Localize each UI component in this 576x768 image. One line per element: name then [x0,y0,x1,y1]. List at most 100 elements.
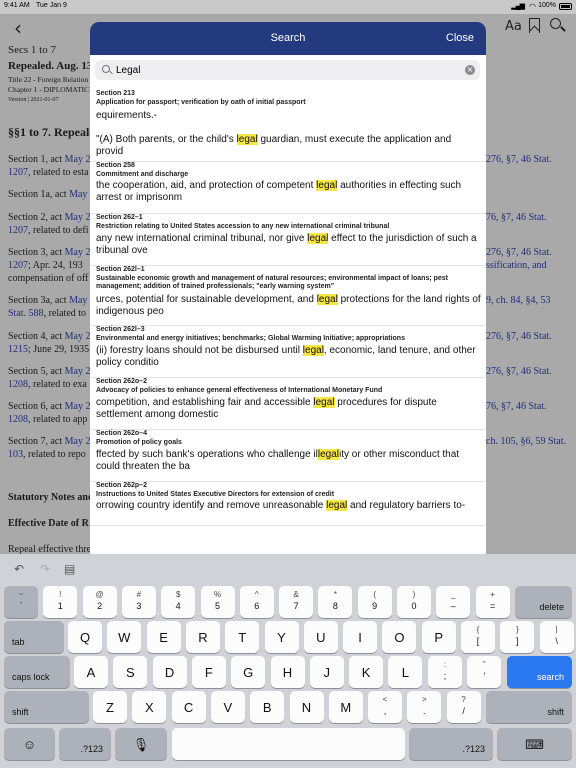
key-t[interactable]: T [225,621,260,653]
numbers-key-left[interactable]: .?123 [59,728,111,760]
key-d[interactable]: D [152,656,187,688]
breadcrumb-title[interactable]: Title 22 - Foreign Relation [8,75,88,84]
citation-link[interactable]: 1208 [8,379,28,390]
key-symbol[interactable]: ? / [446,691,481,723]
shift-key-right[interactable]: shift [486,691,572,723]
key-i[interactable]: I [343,621,378,653]
key-5[interactable]: % 5 [200,586,235,618]
search-input[interactable] [116,63,456,77]
key-y[interactable]: Y [264,621,299,653]
key-p[interactable]: P [421,621,456,653]
search-icon[interactable] [550,18,561,29]
citation-link[interactable]: Stat. 588 [8,308,44,319]
key-9[interactable]: (9 [357,586,392,618]
search-key[interactable]: search [507,656,572,688]
key-7[interactable]: & 7 [279,586,314,618]
date-link[interactable]: May 2 [65,154,91,165]
date-link[interactable]: May 2 [65,436,91,447]
caps-lock-key[interactable]: caps lock [4,656,70,688]
key-w[interactable]: W [107,621,142,653]
key-n[interactable]: N [289,691,324,723]
breadcrumb-chapter[interactable]: Chapter 1 - DIPLOMATIC [8,85,89,94]
search-result-item[interactable]: Section 262o–4 Promotion of policy goals f… [90,430,486,482]
citation-link[interactable]: 276, §7, 46 Stat. [486,247,552,258]
citation-link[interactable]: 276, §7, 46 Stat. [486,154,552,165]
key-symbol[interactable]: | \ [539,621,574,653]
key-q[interactable]: Q [68,621,102,653]
citation-link[interactable]: 1207 [8,260,28,271]
key-r[interactable]: R [185,621,220,653]
key-v[interactable]: V [210,691,245,723]
date-link[interactable]: May [69,295,87,306]
back-chevron-icon[interactable]: ‹ [14,16,22,40]
hide-keyboard-key[interactable]: ⌨ [497,728,572,760]
shift-key-left[interactable]: shift [4,691,89,723]
key-symbol[interactable]: }] [500,621,535,653]
search-result-item[interactable]: Section 262p–2 Instructions to United Sta… [90,482,486,526]
key-symbol[interactable]: <, [368,691,402,723]
citation-link[interactable]: 76, §7, 46 Stat. [486,212,547,223]
close-button[interactable]: Close [446,32,474,44]
key-s[interactable]: S [113,656,148,688]
key-j[interactable]: J [309,656,344,688]
citation-link[interactable]: 1207 [8,225,28,236]
key-k[interactable]: K [349,656,384,688]
citation-link[interactable]: ssification, and [486,260,547,271]
key-4[interactable]: $4 [161,586,196,618]
date-link[interactable]: May 2 [65,401,91,412]
dictation-key[interactable]: 🎙 [115,728,167,760]
key-1[interactable]: ! 1 [43,586,78,618]
date-link[interactable]: May [69,189,87,200]
redo-icon[interactable]: ↷ [40,562,50,576]
citation-link[interactable]: 1215 [8,344,28,355]
key-g[interactable]: G [231,656,266,688]
citation-link[interactable]: 9, ch. 84, §4, 53 [486,295,550,306]
key-e[interactable]: E [146,621,181,653]
key-x[interactable]: X [132,691,167,723]
key-u[interactable]: U [303,621,338,653]
tab-key[interactable]: tab [4,621,64,653]
key-c[interactable]: C [171,691,206,723]
key-2[interactable]: @2 [82,586,117,618]
citation-link[interactable]: 1208 [8,414,28,425]
citation-link[interactable]: ch. 105, §6, 59 Stat. [486,436,566,447]
citation-link[interactable]: 276, §7, 46 Stat. [486,366,552,377]
key-h[interactable]: H [270,656,305,688]
key-o[interactable]: O [382,621,417,653]
key-3[interactable]: #3 [121,586,156,618]
search-result-item[interactable]: Section 213 Application for passport; ver… [90,90,486,162]
key-6[interactable]: ^ 6 [239,586,274,618]
search-result-item[interactable]: Section 258 Commitment and discharge the c… [90,162,486,214]
date-link[interactable]: May 2 [65,331,91,342]
paste-icon[interactable]: ▤ [64,562,75,576]
date-link[interactable]: May 2 [65,366,91,377]
key-8[interactable]: * 8 [318,586,353,618]
search-field[interactable]: × [95,60,480,80]
key-b[interactable]: B [250,691,285,723]
key-`[interactable]: ~ ` [4,586,38,618]
date-link[interactable]: May 2 [65,247,91,258]
key-–[interactable]: _ – [436,586,471,618]
delete-key[interactable]: delete [515,586,572,618]
numbers-key-right[interactable]: .?123 [409,728,493,760]
citation-link[interactable]: 76, §7, 46 Stat. [486,401,547,412]
date-link[interactable]: May 2 [65,212,91,223]
key-=[interactable]: + = [475,586,510,618]
citation-link[interactable]: 276, §7, 46 Stat. [486,331,552,342]
space-key[interactable] [172,728,405,760]
key-f[interactable]: F [191,656,226,688]
key-symbol[interactable]: {[ [461,621,495,653]
key-m[interactable]: M [328,691,363,723]
emoji-key[interactable]: ☺ [4,728,55,760]
key-symbol[interactable]: ” ' [467,656,502,688]
search-result-item[interactable]: Section 262–1 Restriction relating to Uni… [90,214,486,266]
citation-link[interactable]: 103 [8,449,23,460]
key-l[interactable]: L [388,656,423,688]
citation-link[interactable]: 1207 [8,167,28,178]
search-result-item[interactable]: Section 262l–1 Sustainable economic growt… [90,266,486,326]
key-0[interactable]: ) 0 [397,586,431,618]
undo-icon[interactable]: ↶ [14,562,24,576]
key-z[interactable]: Z [93,691,127,723]
search-result-item[interactable]: Section 262o–2 Advocacy of policies to en… [90,378,486,430]
clear-icon[interactable]: × [465,65,475,75]
